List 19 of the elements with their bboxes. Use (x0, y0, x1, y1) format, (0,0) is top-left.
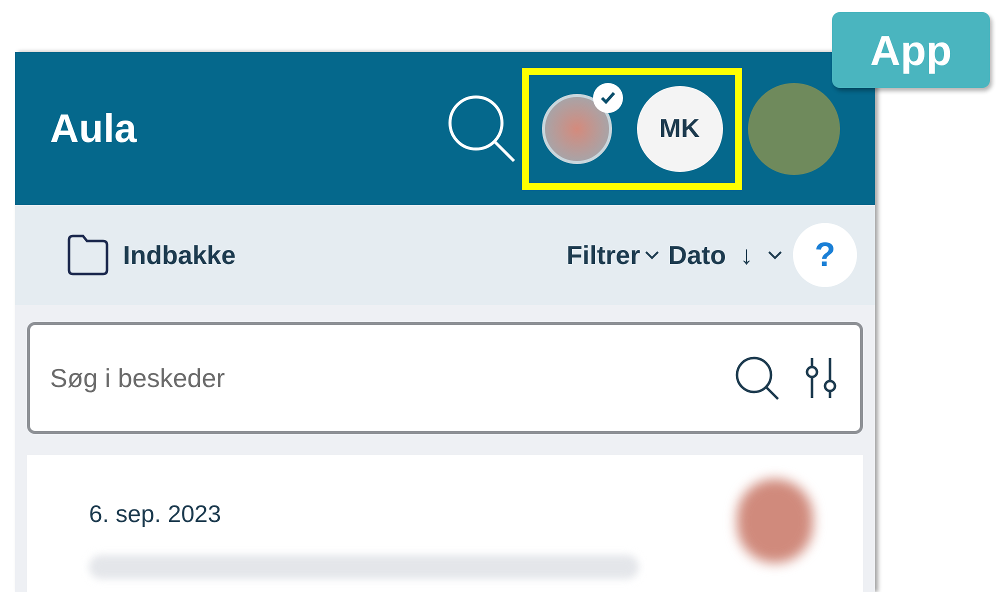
sliders-icon[interactable] (804, 356, 838, 400)
inbox-button[interactable]: Indbakke (65, 232, 236, 278)
search-icon[interactable] (734, 355, 780, 401)
app-title: Aula (50, 106, 137, 152)
message-date: 6. sep. 2023 (89, 500, 222, 530)
chevron-down-icon (767, 250, 783, 260)
help-button[interactable]: ? (793, 223, 857, 287)
message-card[interactable]: 6. sep. 2023 (27, 455, 863, 592)
folder-icon (65, 232, 111, 278)
search-input[interactable]: Søg i beskeder (50, 358, 710, 398)
sort-dropdown[interactable]: Dato ↓ (668, 236, 783, 274)
initials-avatar[interactable]: MK (636, 86, 722, 172)
filter-dropdown[interactable]: Filtrer (566, 236, 660, 274)
chevron-down-icon (644, 250, 660, 260)
search-icon[interactable] (446, 92, 518, 164)
app-badge: App (832, 12, 990, 88)
sort-direction: ↓ (740, 238, 753, 272)
sort-label: Dato (668, 238, 726, 272)
search-field[interactable]: Søg i beskeder (27, 322, 863, 434)
